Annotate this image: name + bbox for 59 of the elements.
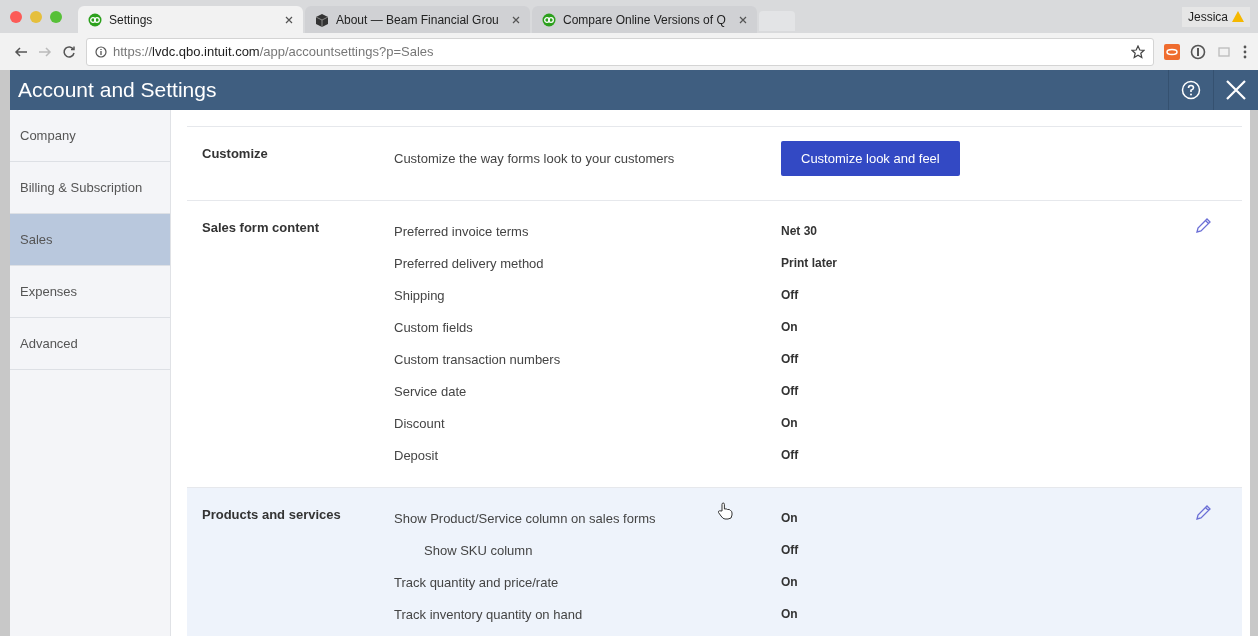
setting-value: Off <box>781 384 799 398</box>
setting-label: Show SKU column <box>424 542 533 558</box>
warning-icon <box>1232 11 1244 22</box>
setting-value: Off <box>781 448 799 462</box>
info-icon <box>95 45 107 58</box>
setting-label: Preferred invoice terms <box>394 223 529 239</box>
setting-label: Custom transaction numbers <box>394 351 561 367</box>
bookmark-star-icon[interactable] <box>1131 44 1145 59</box>
page-title: Account and Settings <box>17 78 217 102</box>
edit-pencil-icon[interactable] <box>1194 504 1212 522</box>
customize-button[interactable]: Customize look and feel <box>781 141 960 176</box>
address-field[interactable]: https://lvdc.qbo.intuit.com/app/accountsettings?p=Sales <box>86 37 1154 66</box>
section-title: Customize <box>202 145 269 163</box>
edit-pencil-icon[interactable] <box>1194 217 1212 235</box>
setting-label: Track inventory quantity on hand <box>394 606 583 622</box>
setting-label: Track quantity and price/rate <box>394 574 559 590</box>
logo-icon <box>542 12 556 27</box>
setting-label: Custom fields <box>394 319 473 335</box>
setting-label: Deposit <box>394 447 439 463</box>
setting-value: On <box>781 320 798 334</box>
setting-label: Shipping <box>394 287 445 303</box>
close-icon[interactable] <box>285 15 293 24</box>
section-description: Customize the way forms look to your customers <box>394 151 676 166</box>
setting-value: On <box>781 416 798 430</box>
section-title: Sales form content <box>202 219 321 237</box>
setting-label: Show Product/Service column on sales forms <box>394 510 656 526</box>
menu-icon[interactable] <box>1242 43 1248 60</box>
browser-tab[interactable]: About — Beam Financial Grou <box>305 6 530 33</box>
help-icon[interactable] <box>1181 80 1201 100</box>
section-title: Products and services <box>202 506 342 524</box>
browser-tab[interactable]: Settings <box>78 6 303 33</box>
profile-button[interactable]: Jessica <box>1182 6 1250 27</box>
cube-icon <box>315 12 329 27</box>
setting-label: Discount <box>394 415 445 431</box>
settings-section[interactable]: Customize Customize the way forms look to your customers Customize look and feel <box>187 126 1242 200</box>
setting-label: Preferred delivery method <box>394 255 544 271</box>
setting-value: Off <box>781 543 799 557</box>
sidebar-item[interactable]: Company <box>10 110 170 162</box>
logo-icon <box>88 12 102 27</box>
sidebar-item[interactable]: Expenses <box>10 266 170 318</box>
browser-tab[interactable]: Compare Online Versions of Q <box>532 6 757 33</box>
setting-value: Net 30 <box>781 224 818 238</box>
extension-icon[interactable] <box>1164 43 1180 60</box>
back-arrow-icon[interactable] <box>14 44 28 59</box>
sidebar-item[interactable]: Advanced <box>10 318 170 370</box>
extension-icon[interactable] <box>1190 43 1206 60</box>
setting-value: Off <box>781 352 799 366</box>
close-icon[interactable] <box>512 15 520 24</box>
close-icon[interactable] <box>739 15 747 24</box>
setting-value: Print later <box>781 256 837 270</box>
settings-section[interactable]: Products and services Show Product/Service column on sales forms On Show SKU column Off Track quantity and price/rate On Track inventory quantity on hand On <box>187 487 1242 636</box>
setting-value: On <box>781 575 798 589</box>
reload-icon[interactable] <box>62 44 76 59</box>
hand-cursor-icon <box>717 502 733 520</box>
setting-value: Off <box>781 288 799 302</box>
sidebar-item[interactable]: Sales <box>10 214 170 266</box>
setting-value: On <box>781 607 798 621</box>
setting-value: On <box>781 511 798 525</box>
setting-label: Service date <box>394 383 467 399</box>
